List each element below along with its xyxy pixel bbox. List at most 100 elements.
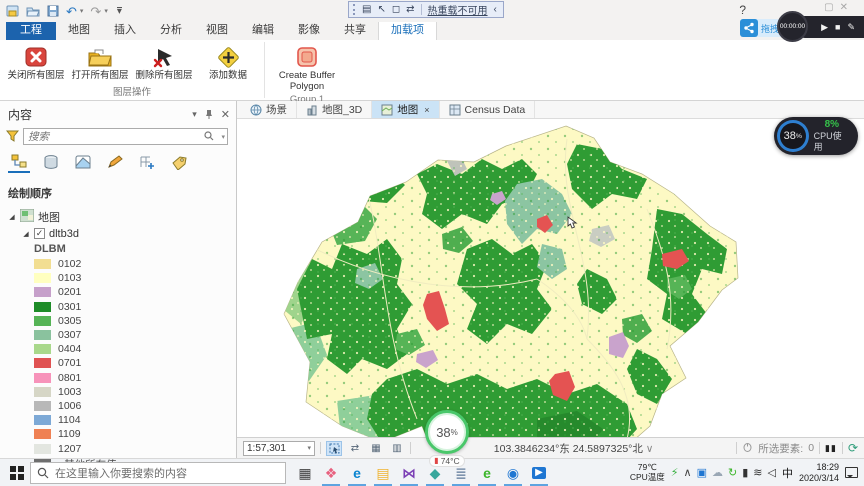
view-tab-map3d[interactable]: 地图_3D (297, 101, 373, 118)
expand-icon[interactable]: ◢ (22, 230, 30, 238)
legend-swatch[interactable] (34, 344, 51, 355)
sync-icon[interactable]: ↻ (728, 466, 737, 479)
task-view-button[interactable]: ▦ (292, 460, 318, 486)
legend-item[interactable]: 0801 (34, 371, 236, 385)
add-data-button[interactable]: 添加数据 (196, 42, 260, 82)
tab-analysis[interactable]: 分析 (148, 19, 194, 40)
open-project-icon[interactable] (26, 5, 40, 17)
binding-errors-icon[interactable]: ⇄ (406, 4, 414, 15)
layer-visibility-checkbox[interactable]: ✓ (34, 228, 45, 239)
tab-insert[interactable]: 插入 (102, 19, 148, 40)
legend-item[interactable]: 1104 (34, 413, 236, 427)
tab-map[interactable]: 地图 (56, 19, 102, 40)
legend-item[interactable]: 1003 (34, 385, 236, 399)
list-by-data-source-icon[interactable] (40, 153, 62, 173)
visual-studio[interactable]: ⋈ (396, 460, 422, 486)
view-tab-census[interactable]: Census Data (440, 101, 536, 118)
legend-item[interactable]: 0102 (34, 257, 236, 271)
map-canvas[interactable] (237, 119, 864, 437)
grid-icon[interactable]: ▦ (368, 441, 384, 456)
record-annotate-button[interactable]: ✎ (847, 22, 855, 32)
tab-view[interactable]: 视图 (194, 19, 240, 40)
start-button[interactable] (4, 460, 30, 486)
list-by-labeling-icon[interactable] (168, 153, 190, 173)
close-all-layers-button[interactable]: 关闭所有图层 (4, 42, 68, 82)
tab-project[interactable]: 工程 (6, 19, 56, 40)
tree-item-dltb3d[interactable]: ◢ ✓ dltb3d (0, 226, 236, 241)
scale-dropdown-icon[interactable]: ▾ (307, 444, 311, 452)
temp-monitor-overlay[interactable]: 38% ▮ 74°C (421, 410, 473, 467)
snapping-icon[interactable]: ⇄ (347, 441, 363, 456)
help-button[interactable]: ? (739, 3, 746, 17)
legend-swatch[interactable] (34, 429, 51, 440)
action-center-icon[interactable] (845, 467, 858, 478)
undo-dropdown-icon[interactable]: ▾ (80, 7, 84, 15)
legend-swatch[interactable] (34, 400, 51, 411)
legend-swatch[interactable] (34, 386, 51, 397)
ie-browser[interactable]: e (474, 460, 500, 486)
refresh-icon[interactable]: ⟳ (848, 441, 858, 455)
taskbar-search-box[interactable]: 在这里输入你要搜索的内容 (30, 461, 286, 484)
pin-icon[interactable] (205, 109, 213, 121)
tree-item-map[interactable]: ◢ 地图 (0, 207, 236, 226)
list-by-editing-icon[interactable] (104, 153, 126, 173)
usb-icon[interactable]: ⚡ (671, 466, 679, 479)
legend-swatch[interactable] (34, 443, 51, 454)
tab-share[interactable]: 共享 (332, 19, 378, 40)
save-project-icon[interactable] (6, 5, 19, 17)
pinwheel-app[interactable]: ❖ (318, 460, 344, 486)
legend-swatch[interactable] (34, 330, 51, 341)
legend-item[interactable]: 1207 (34, 441, 236, 455)
file-explorer[interactable]: ▤ (370, 460, 396, 486)
search-input[interactable] (23, 128, 228, 145)
edge-browser[interactable]: e (344, 460, 370, 486)
tab-edit[interactable]: 编辑 (240, 19, 286, 40)
legend-swatch[interactable] (34, 259, 51, 270)
legend-item[interactable]: 0201 (34, 285, 236, 299)
tab-imagery[interactable]: 影像 (286, 19, 332, 40)
toolbar-grip[interactable] (353, 4, 356, 15)
expand-icon[interactable]: ◢ (8, 213, 16, 221)
legend-item[interactable]: 0307 (34, 328, 236, 342)
volume-icon[interactable]: ◁ (767, 466, 775, 479)
cpu-temp-indicator[interactable]: 79℃ CPU温度 (630, 462, 665, 483)
redo-dropdown-icon[interactable]: ▾ (104, 7, 108, 15)
list-by-drawing-order-icon[interactable] (8, 153, 30, 173)
clock[interactable]: 18:29 2020/3/14 (799, 462, 839, 484)
record-stop-button[interactable]: ■ (835, 22, 840, 32)
close-pane-icon[interactable]: ✕ (221, 108, 230, 121)
hot-reload-status[interactable]: 热重载不可用 (428, 2, 488, 17)
legend-item[interactable]: 0701 (34, 356, 236, 370)
collapse-toolbar-icon[interactable]: ‹ (494, 4, 497, 15)
display-icon[interactable]: ▣ (697, 466, 707, 479)
cloud-icon[interactable]: ☁ (712, 466, 723, 479)
record-play-button[interactable]: ▶ (821, 22, 828, 32)
legend-item[interactable]: 0301 (34, 300, 236, 314)
qat-customize-button[interactable]: ▾ (116, 6, 122, 16)
close-tab-icon[interactable]: × (424, 105, 429, 115)
legend-swatch[interactable] (34, 415, 51, 426)
legend-item[interactable]: 0404 (34, 342, 236, 356)
save-icon[interactable] (47, 5, 59, 17)
pane-menu-icon[interactable]: ▾ (192, 109, 197, 120)
list-by-visibility-icon[interactable] (72, 153, 94, 173)
pane-toggle-icon[interactable]: ▥ (389, 441, 405, 456)
pause-drawing-icon[interactable]: ▮▮ (825, 443, 837, 454)
legend-item[interactable]: 0103 (34, 271, 236, 285)
search-icon[interactable] (204, 131, 214, 144)
view-tab-scene[interactable]: 场景 (241, 101, 297, 118)
undo-button[interactable]: ↶ (66, 5, 77, 18)
show-all-processes-icon[interactable]: ▤ (362, 4, 371, 15)
legend-swatch[interactable] (34, 301, 51, 312)
filter-icon[interactable] (5, 129, 20, 145)
view-tab-map[interactable]: 地图 × (372, 101, 440, 118)
search-dropdown-icon[interactable]: ▾ (221, 133, 225, 141)
legend-swatch[interactable] (34, 315, 51, 326)
ime-indicator[interactable]: 中 (782, 465, 793, 481)
arcgis-pro-app[interactable]: ◉ (500, 460, 526, 486)
window-caption-buttons[interactable]: ▢✕ (824, 2, 854, 13)
legend-swatch[interactable] (34, 372, 51, 383)
select-element-icon[interactable]: ↖ (377, 4, 385, 15)
battery-icon[interactable]: ▮ (742, 466, 748, 479)
legend-item[interactable]: 1109 (34, 427, 236, 441)
